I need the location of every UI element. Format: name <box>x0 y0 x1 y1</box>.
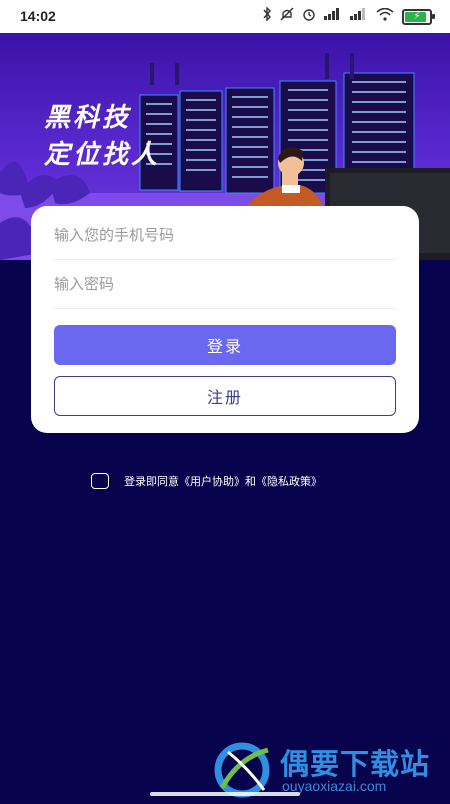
login-button[interactable]: 登录 <box>54 325 396 365</box>
phone-field <box>54 211 396 260</box>
wifi-icon <box>376 7 394 27</box>
alarm-icon <box>302 7 316 27</box>
agreement-row: 登录即同意《用户协助》和《隐私政策》 <box>91 473 322 489</box>
watermark: 偶要下载站 ouyaoxiazai.com <box>208 738 448 800</box>
signal-icon <box>350 8 368 26</box>
status-icons: ⚡ <box>262 6 435 27</box>
home-indicator[interactable] <box>150 792 300 796</box>
hero-title-line1: 黑科技 <box>44 103 132 133</box>
register-button[interactable]: 注册 <box>54 376 396 416</box>
watermark-logo-icon <box>214 742 270 798</box>
watermark-name: 偶要下载站 <box>280 747 431 781</box>
bluetooth-icon <box>262 6 272 27</box>
battery-icon: ⚡ <box>402 9 435 25</box>
hero-title-line2: 定位找人 <box>44 140 161 170</box>
mute-icon <box>280 7 294 27</box>
status-time: 14:02 <box>20 8 56 24</box>
signal-icon <box>324 8 342 26</box>
login-card: 登录 注册 <box>31 206 419 433</box>
password-field <box>54 260 396 309</box>
status-bar: 14:02 ⚡ <box>0 0 450 33</box>
agreement-checkbox[interactable] <box>91 473 109 489</box>
agreement-text[interactable]: 登录即同意《用户协助》和《隐私政策》 <box>124 473 322 489</box>
phone-input[interactable] <box>54 211 396 259</box>
password-input[interactable] <box>54 260 396 308</box>
